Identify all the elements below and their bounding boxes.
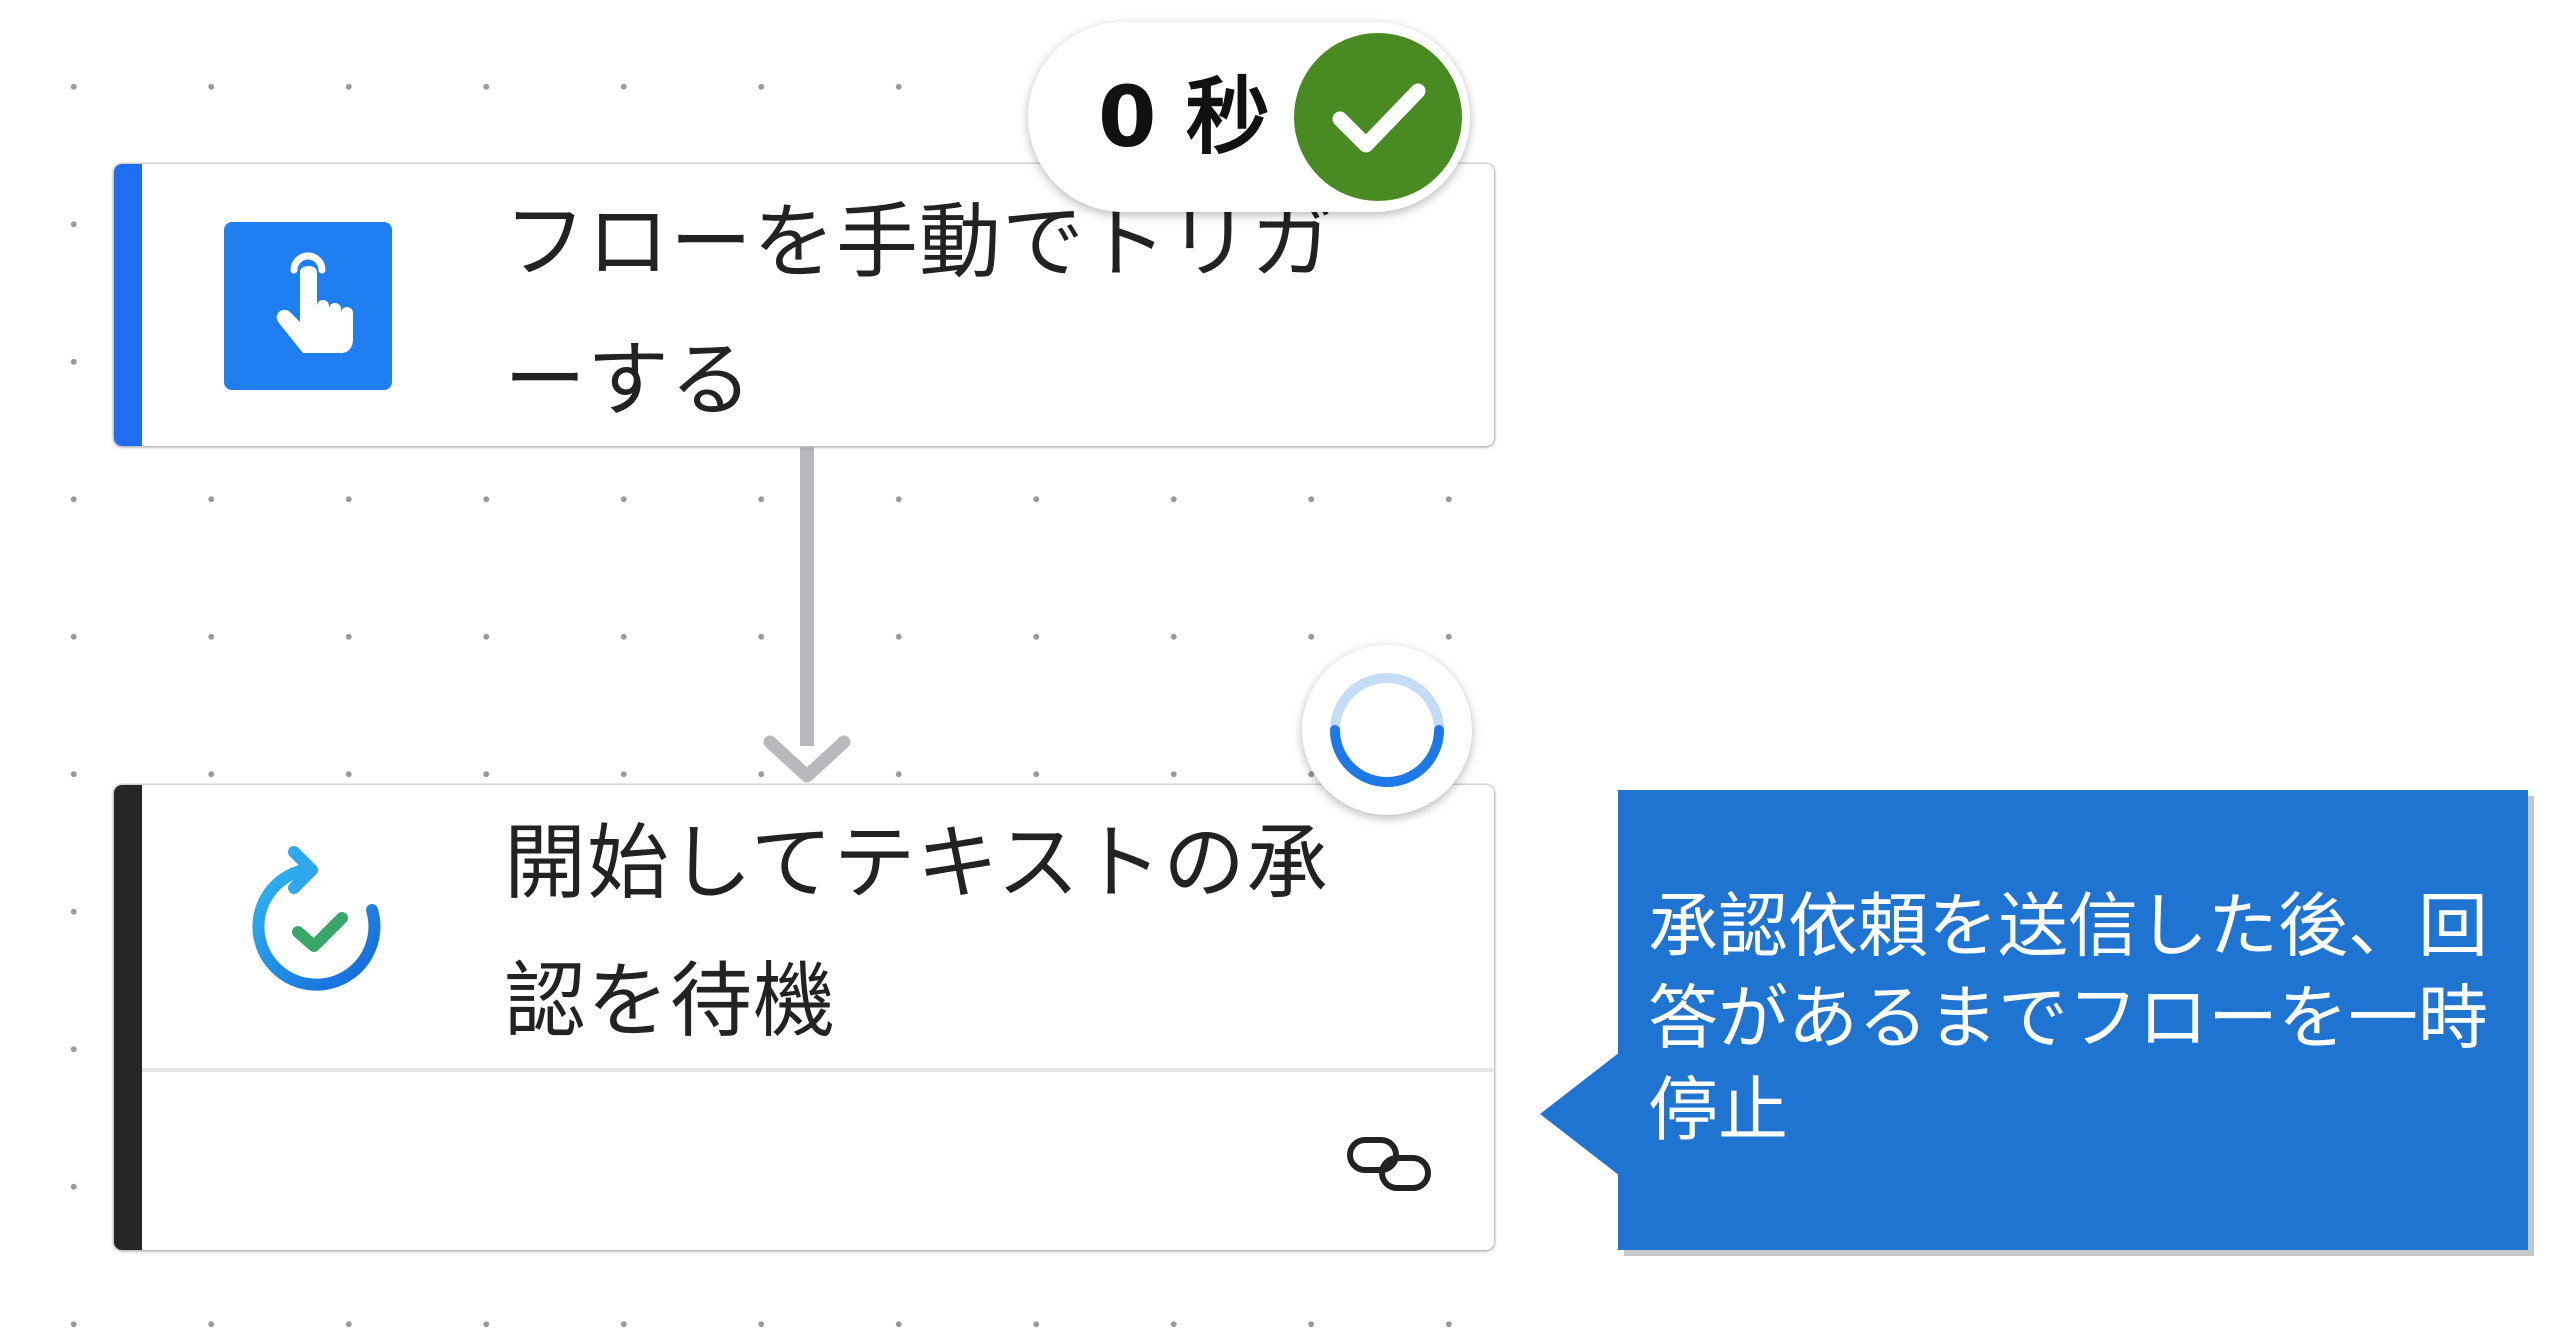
callout-pointer (1540, 1052, 1620, 1176)
approval-cycle-check-icon (234, 840, 404, 1010)
approval-card[interactable]: 開始してテキストの承認を待機 (114, 785, 1494, 1250)
callout-text: 承認依頼を送信した後、回答があるまでフローを一時停止 (1648, 885, 2488, 1151)
approval-card-accent (114, 785, 142, 1250)
approval-title: 開始してテキストの承認を待機 (504, 816, 1330, 1049)
approval-status-badge (1302, 645, 1472, 815)
touch-hand-icon (224, 222, 392, 390)
success-check-icon (1294, 33, 1462, 201)
link-icon[interactable] (1344, 1130, 1434, 1200)
trigger-title: フローを手動でトリガーする (504, 195, 1335, 428)
card-divider (142, 1068, 1494, 1072)
duration-label: 0 秒 (1098, 68, 1270, 166)
loading-spinner-icon (1330, 673, 1444, 787)
trigger-card-accent (114, 164, 142, 446)
explanation-callout: 承認依頼を送信した後、回答があるまでフローを一時停止 (1618, 790, 2528, 1250)
trigger-status-badge[interactable]: 0 秒 (1028, 22, 1470, 212)
flow-arrow-down-icon (763, 735, 851, 783)
